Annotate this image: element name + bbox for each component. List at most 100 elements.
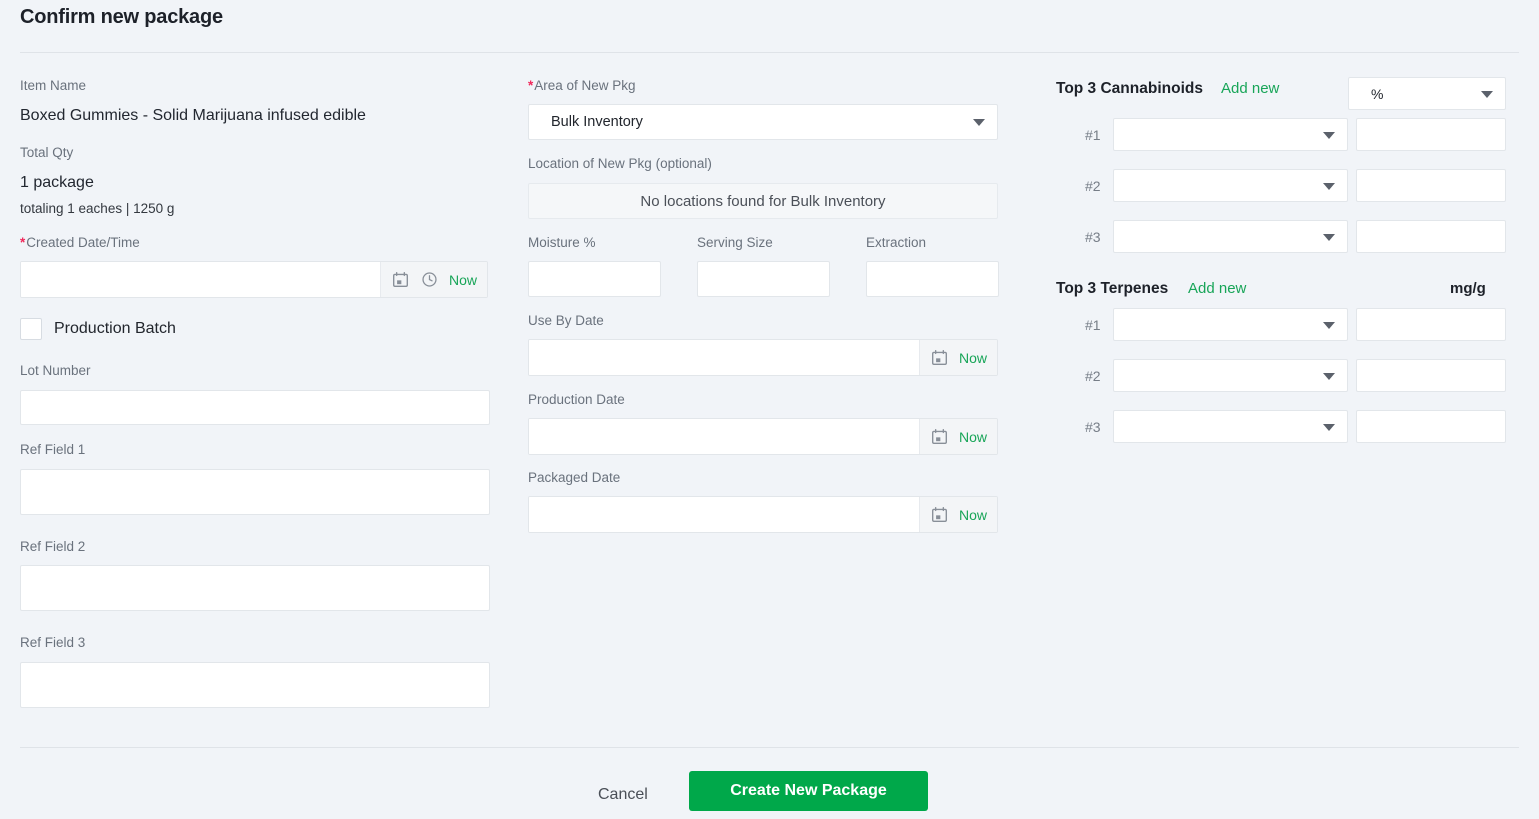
serving-size-field[interactable] [697, 261, 830, 297]
ref-field-2-input[interactable] [20, 565, 490, 611]
cannabinoid-row-3-number: #3 [1085, 229, 1101, 245]
terpenes-section-title: Top 3 Terpenes [1056, 280, 1169, 297]
calendar-icon[interactable] [930, 505, 949, 524]
production-date-now-link[interactable]: Now [959, 429, 987, 445]
created-datetime-input[interactable] [21, 262, 380, 297]
extraction-input[interactable] [866, 261, 999, 297]
packaged-date-label: Packaged Date [528, 470, 621, 485]
terpene-row-3-number: #3 [1085, 419, 1101, 435]
created-datetime-tools: Now [379, 262, 487, 297]
location-of-new-pkg-empty: No locations found for Bulk Inventory [528, 183, 998, 219]
chevron-down-icon [1323, 182, 1335, 190]
terpene-row-3-amount-field[interactable] [1356, 410, 1506, 443]
terpene-row-2-amount-field[interactable] [1356, 359, 1506, 392]
ref-field-1-input[interactable] [20, 469, 490, 515]
created-datetime-label: *Created Date/Time [20, 235, 140, 250]
ref-field-3[interactable] [20, 662, 490, 708]
terpenes-add-new-link[interactable]: Add new [1188, 280, 1246, 297]
production-batch-checkbox[interactable] [20, 318, 42, 340]
production-batch-label: Production Batch [54, 320, 176, 337]
chevron-down-icon [1481, 90, 1493, 98]
cannabinoid-row-1-amount-input[interactable] [1356, 118, 1506, 151]
use-by-date-tools: Now [918, 340, 997, 375]
extraction-label: Extraction [866, 235, 927, 250]
cannabinoid-row-3-select[interactable] [1113, 220, 1348, 253]
production-date-field[interactable]: Now [528, 418, 998, 455]
cannabinoid-row-1-amount-field[interactable] [1356, 118, 1506, 151]
location-of-new-pkg-label: Location of New Pkg (optional) [528, 156, 712, 171]
ref-field-1[interactable] [20, 469, 490, 515]
production-date-input[interactable] [529, 419, 919, 454]
terpene-row-1-amount-field[interactable] [1356, 308, 1506, 341]
chevron-down-icon [1323, 233, 1335, 241]
cannabinoid-row-1-select[interactable] [1113, 118, 1348, 151]
clock-icon[interactable] [420, 270, 439, 289]
page-title: Confirm new package [20, 6, 223, 28]
terpene-row-3-amount-input[interactable] [1356, 410, 1506, 443]
cannabinoids-unit-value: % [1371, 85, 1384, 102]
created-datetime-field[interactable]: Now [20, 261, 488, 298]
ref-field-3-label: Ref Field 3 [20, 635, 86, 650]
lot-number-input[interactable] [20, 390, 490, 425]
item-name-value: Boxed Gummies - Solid Marijuana infused … [20, 107, 366, 124]
terpene-row-2-select[interactable] [1113, 359, 1348, 392]
cannabinoid-row-2-number: #2 [1085, 178, 1101, 194]
lot-number-label: Lot Number [20, 363, 91, 378]
packaged-date-now-link[interactable]: Now [959, 507, 987, 523]
lot-number-field[interactable] [20, 390, 490, 425]
location-empty-text: No locations found for Bulk Inventory [640, 192, 886, 210]
cannabinoid-row-2-amount-input[interactable] [1356, 169, 1506, 202]
required-asterisk: * [20, 235, 26, 250]
cannabinoid-row-3-amount-field[interactable] [1356, 220, 1506, 253]
serving-size-input[interactable] [697, 261, 830, 297]
moisture-field[interactable] [528, 261, 661, 297]
cannabinoid-row-2-select[interactable] [1113, 169, 1348, 202]
area-of-new-pkg-value: Bulk Inventory [551, 114, 643, 130]
total-qty-subtext: totaling 1 eaches | 1250 g [20, 201, 175, 216]
packaged-date-input[interactable] [529, 497, 919, 532]
cannabinoids-unit-select[interactable]: % [1348, 77, 1506, 110]
calendar-icon[interactable] [930, 427, 949, 446]
create-new-package-button[interactable]: Create New Package [689, 771, 928, 811]
production-date-label: Production Date [528, 392, 625, 407]
use-by-date-input[interactable] [529, 340, 919, 375]
item-name-label: Item Name [20, 78, 87, 93]
area-of-new-pkg-select[interactable]: Bulk Inventory [528, 104, 998, 140]
cannabinoids-add-new-link[interactable]: Add new [1221, 80, 1279, 97]
use-by-date-label: Use By Date [528, 313, 604, 328]
terpene-row-1-amount-input[interactable] [1356, 308, 1506, 341]
footer-divider [20, 747, 1519, 748]
ref-field-3-input[interactable] [20, 662, 490, 708]
cannabinoids-section-title: Top 3 Cannabinoids [1056, 80, 1203, 97]
terpene-row-1-select[interactable] [1113, 308, 1348, 341]
terpene-row-3-select[interactable] [1113, 410, 1348, 443]
header-divider [20, 52, 1519, 53]
chevron-down-icon [1323, 321, 1335, 329]
required-asterisk: * [528, 78, 534, 93]
ref-field-2[interactable] [20, 565, 490, 611]
total-qty-label: Total Qty [20, 145, 74, 160]
area-of-new-pkg-label: *Area of New Pkg [528, 78, 636, 93]
chevron-down-icon [973, 119, 985, 126]
production-batch-row[interactable]: Production Batch [20, 318, 176, 340]
packaged-date-field[interactable]: Now [528, 496, 998, 533]
terpene-row-2-amount-input[interactable] [1356, 359, 1506, 392]
serving-size-label: Serving Size [697, 235, 773, 250]
chevron-down-icon [1323, 423, 1335, 431]
cannabinoid-row-3-amount-input[interactable] [1356, 220, 1506, 253]
use-by-date-field[interactable]: Now [528, 339, 998, 376]
ref-field-1-label: Ref Field 1 [20, 442, 86, 457]
total-qty-value: 1 package [20, 174, 94, 191]
cancel-button[interactable]: Cancel [588, 778, 658, 812]
calendar-icon[interactable] [391, 270, 410, 289]
chevron-down-icon [1323, 131, 1335, 139]
moisture-input[interactable] [528, 261, 661, 297]
terpenes-unit-label: mg/g [1450, 280, 1486, 297]
calendar-icon[interactable] [930, 348, 949, 367]
terpene-row-1-number: #1 [1085, 317, 1101, 333]
cannabinoid-row-1-number: #1 [1085, 127, 1101, 143]
use-by-date-now-link[interactable]: Now [959, 350, 987, 366]
extraction-field[interactable] [866, 261, 999, 297]
cannabinoid-row-2-amount-field[interactable] [1356, 169, 1506, 202]
created-datetime-now-link[interactable]: Now [449, 272, 477, 288]
